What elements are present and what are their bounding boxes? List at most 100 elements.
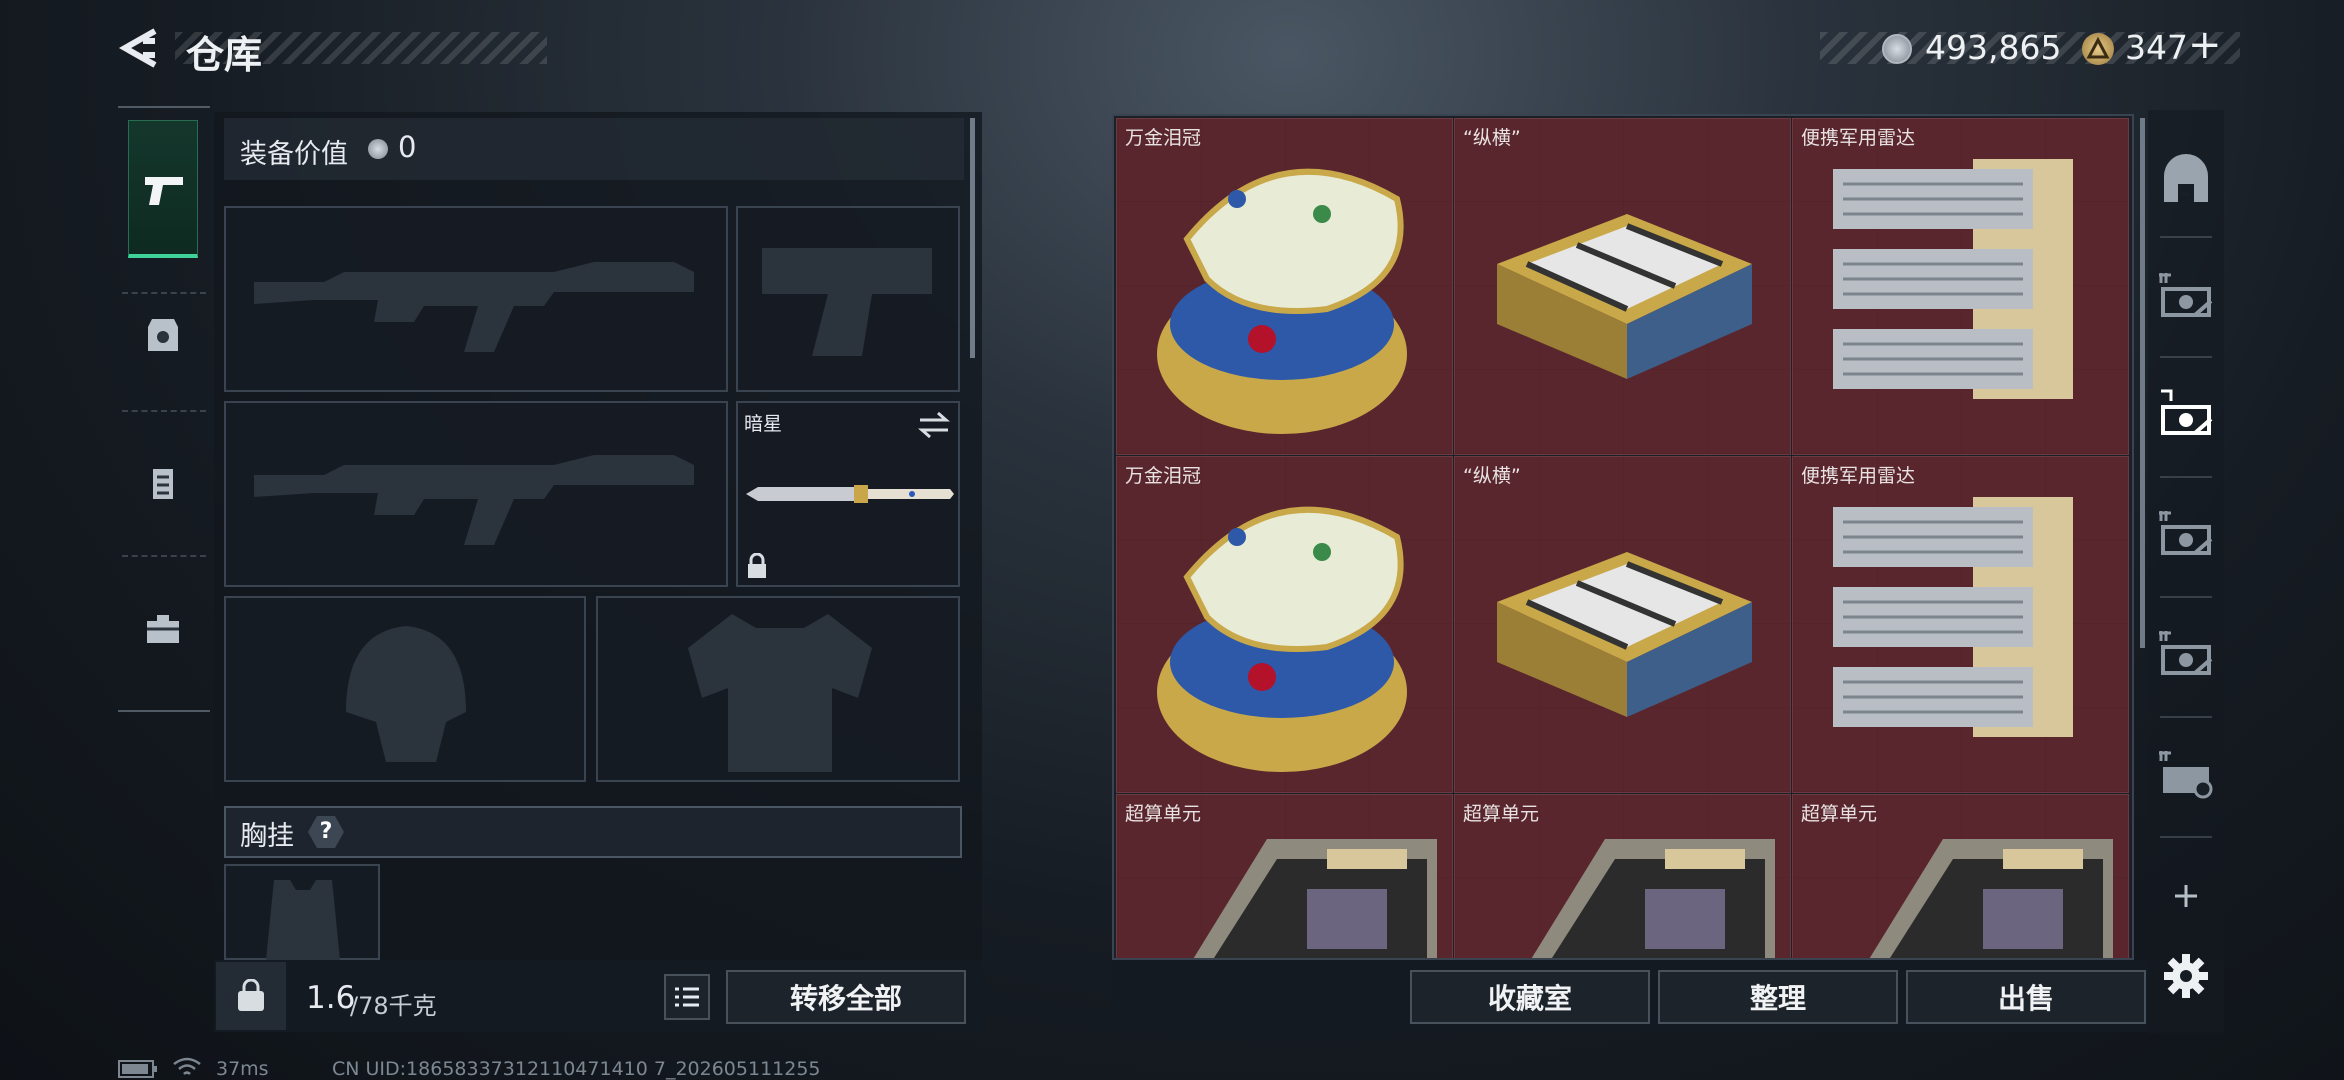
back-button[interactable]: [115, 25, 165, 71]
weight-max: /78千克: [350, 992, 437, 1020]
pistol-silhouette-icon: [762, 248, 932, 356]
vest-silhouette-icon: [688, 614, 872, 772]
circuit-board-icon: [1193, 839, 1437, 958]
tab-storage-2[interactable]: [2152, 384, 2220, 444]
tab-divider: [2160, 236, 2212, 238]
tab-divider: [2160, 596, 2212, 598]
rifle-silhouette-icon: [254, 262, 694, 352]
settings-button[interactable]: [2152, 946, 2220, 1006]
circuit-board-icon: [1869, 839, 2113, 958]
currency-2-value: 347: [2125, 28, 2188, 67]
rifle-silhouette-icon: [254, 455, 694, 545]
storage-box-icon: [2159, 273, 2213, 317]
transfer-all-button[interactable]: 转移全部: [726, 970, 966, 1024]
sidearm-slot[interactable]: [736, 206, 960, 392]
collection-room-button[interactable]: 收藏室: [1410, 970, 1650, 1024]
swap-icon[interactable]: [918, 411, 950, 439]
primary-weapon-slot[interactable]: [224, 206, 728, 392]
chest-rig-silhouette-icon: [266, 880, 340, 960]
home-vault-icon: [2164, 154, 2208, 202]
back-arrow-icon: [118, 28, 157, 68]
equipment-value: 0: [398, 130, 417, 164]
tab-divider: [2160, 836, 2212, 838]
uid-text: CN UID:18658337312110471410 7_2026051112…: [332, 1058, 821, 1080]
storage-item[interactable]: 超算单元: [1792, 794, 2129, 958]
storage-box-icon: [2159, 511, 2213, 555]
storage-box-icon: [2161, 389, 2213, 435]
add-storage-button[interactable]: [2152, 866, 2220, 926]
tab-divider: [2160, 476, 2212, 478]
weight-current: 1.6: [306, 980, 356, 1016]
ping-text: 37ms: [216, 1058, 269, 1080]
chess-set-icon: [1497, 214, 1752, 379]
wifi-icon: [173, 1057, 201, 1075]
tab-divider: [2160, 356, 2212, 358]
storage-item[interactable]: “纵横”: [1454, 118, 1791, 455]
tab-divider: [2160, 716, 2212, 718]
list-icon: [675, 987, 699, 1007]
page-title: 仓库: [186, 33, 263, 77]
plus-icon: [2175, 885, 2197, 907]
equipment-scrollbar[interactable]: [970, 118, 975, 358]
tab-storage-5[interactable]: [2152, 744, 2220, 804]
tab-storage-4[interactable]: [2152, 624, 2220, 684]
knife-icon: [746, 485, 954, 503]
tab-backpack[interactable]: [128, 438, 198, 528]
backpack-icon: [153, 469, 173, 499]
tab-divider: [122, 555, 206, 557]
coin-icon: [1882, 34, 1912, 64]
armor-icon: [148, 319, 178, 351]
jeweled-egg-icon: [1157, 506, 1407, 772]
storage-grid: 万金泪冠 “纵横” 便携军用雷达 万金泪冠 “纵横” 便携军用雷达 超算单元 超…: [1116, 118, 2130, 958]
radar-device-icon: [1833, 159, 2073, 399]
melee-slot[interactable]: 暗星: [736, 401, 960, 587]
helmet-slot[interactable]: [224, 596, 586, 782]
storage-locked-icon: [2159, 751, 2213, 799]
organize-button[interactable]: 整理: [1658, 970, 1898, 1024]
jeweled-egg-icon: [1157, 168, 1407, 434]
triangle-coin-icon: [2082, 33, 2114, 65]
storage-scrollbar[interactable]: [2140, 118, 2145, 648]
tab-armor[interactable]: [128, 290, 198, 380]
radar-device-icon: [1833, 497, 2073, 737]
storage-item[interactable]: 超算单元: [1454, 794, 1791, 958]
chest-rig-label: 胸挂: [240, 821, 294, 852]
pistol-icon: [145, 177, 183, 205]
item-name: 便携军用雷达: [1801, 465, 1916, 487]
helmet-silhouette-icon: [346, 626, 466, 762]
chest-rig-slot[interactable]: [224, 864, 380, 960]
weight-icon: [238, 979, 264, 1011]
list-view-button[interactable]: [664, 974, 710, 1020]
lock-icon: [748, 553, 766, 578]
item-name: “纵横”: [1463, 127, 1521, 149]
storage-item[interactable]: 超算单元: [1116, 794, 1453, 958]
briefcase-icon: [147, 615, 179, 643]
chess-set-icon: [1497, 552, 1752, 717]
storage-item[interactable]: 便携军用雷达: [1792, 456, 2129, 793]
equipment-value-label: 装备价值: [240, 139, 348, 170]
melee-name: 暗星: [744, 413, 783, 435]
tab-storage-1[interactable]: [2152, 266, 2220, 326]
tab-case[interactable]: [128, 584, 198, 674]
gear-icon: [2164, 954, 2208, 998]
item-name: “纵横”: [1463, 465, 1521, 487]
tab-divider: [122, 410, 206, 412]
circuit-board-icon: [1531, 839, 1775, 958]
tab-safehouse[interactable]: [2152, 150, 2220, 210]
add-currency-button[interactable]: +: [2188, 22, 2222, 68]
sell-button[interactable]: 出售: [1906, 970, 2146, 1024]
storage-box-icon: [2159, 631, 2213, 675]
item-name: 便携军用雷达: [1801, 127, 1916, 149]
storage-item[interactable]: 万金泪冠: [1116, 456, 1453, 793]
storage-item[interactable]: 便携军用雷达: [1792, 118, 2129, 455]
tab-storage-3[interactable]: [2152, 504, 2220, 564]
currency-1-value: 493,865: [1925, 28, 2062, 67]
storage-item[interactable]: “纵横”: [1454, 456, 1791, 793]
tab-weapons[interactable]: [128, 120, 198, 258]
coin-icon: [368, 139, 388, 159]
weight-lock-button[interactable]: [216, 962, 286, 1030]
secondary-weapon-slot[interactable]: [224, 401, 728, 587]
storage-item[interactable]: 万金泪冠: [1116, 118, 1453, 455]
battery-icon: [118, 1060, 157, 1078]
body-armor-slot[interactable]: [596, 596, 960, 782]
